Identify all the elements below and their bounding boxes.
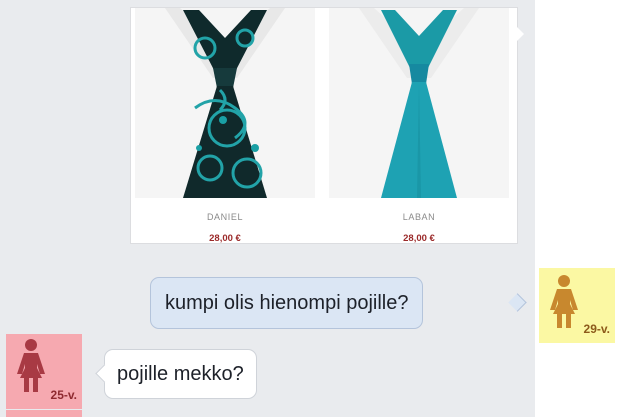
avatar-25[interactable]: 25-v. bbox=[6, 334, 82, 409]
age-label: 25-v. bbox=[50, 388, 77, 402]
product-name: DANIEL bbox=[206, 212, 244, 222]
product-image-laban bbox=[329, 8, 509, 198]
avatar-partial bbox=[6, 410, 82, 417]
chat-panel: DANIEL 28,00 € LABAN 28,00 € kumpi olis … bbox=[0, 0, 535, 417]
card-tail bbox=[516, 26, 524, 42]
message-bubble-outgoing[interactable]: kumpi olis hienompi pojille? bbox=[150, 277, 424, 329]
product-share-card[interactable]: DANIEL 28,00 € LABAN 28,00 € bbox=[130, 7, 518, 244]
message-text: pojille mekko? bbox=[117, 363, 244, 385]
product-price: 28,00 € bbox=[403, 233, 435, 244]
bubble-tail bbox=[508, 293, 527, 312]
female-figure-icon bbox=[17, 339, 45, 392]
product-name: LABAN bbox=[402, 212, 436, 222]
product-image-daniel bbox=[135, 8, 315, 198]
product-item-daniel[interactable]: DANIEL 28,00 € bbox=[131, 8, 319, 244]
message-text: kumpi olis hienompi pojille? bbox=[165, 292, 409, 314]
avatar-29[interactable]: 29-v. bbox=[539, 268, 615, 343]
age-label: 29-v. bbox=[583, 322, 610, 336]
message-bubble-incoming[interactable]: pojille mekko? bbox=[104, 349, 257, 399]
product-price: 28,00 € bbox=[209, 233, 241, 244]
product-item-laban[interactable]: LABAN 28,00 € bbox=[325, 8, 513, 244]
female-figure-icon bbox=[550, 275, 578, 328]
